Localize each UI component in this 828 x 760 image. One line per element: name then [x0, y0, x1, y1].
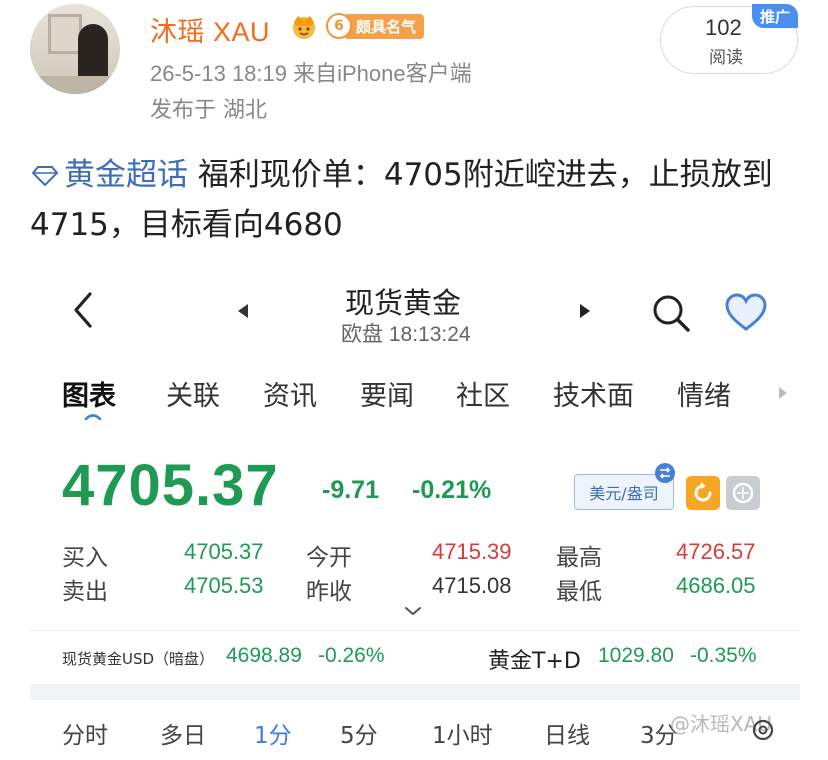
sell-price: 4705.53 [184, 573, 264, 598]
divider [30, 630, 800, 631]
heart-icon[interactable] [724, 292, 768, 332]
ticker-left-price: 4698.89 [226, 644, 302, 667]
low-label: 最低 [556, 579, 602, 605]
low-price: 4686.05 [676, 573, 756, 598]
high-price: 4726.57 [676, 539, 756, 564]
period-daily[interactable]: 日线 [544, 716, 590, 750]
open-label: 今开 [306, 545, 352, 571]
period-multiday[interactable]: 多日 [160, 716, 206, 750]
tab-news[interactable]: 要闻 [360, 374, 414, 413]
chevron-down-icon[interactable] [404, 606, 422, 616]
high-label: 最高 [556, 545, 602, 571]
prev-close-price: 4715.08 [432, 573, 512, 598]
period-5min[interactable]: 5分 [340, 716, 378, 750]
diamond-icon [31, 166, 59, 187]
period-1hour[interactable]: 1小时 [432, 716, 493, 750]
active-tab-indicator [84, 414, 102, 420]
tab-technical[interactable]: 技术面 [553, 374, 634, 413]
buy-label: 买入 [62, 545, 108, 571]
buy-price: 4705.37 [184, 539, 264, 564]
swap-icon[interactable] [654, 462, 676, 484]
post-meta: 26-5-13 18:19 来自iPhone客户端 [150, 61, 472, 86]
crown-icon [293, 16, 315, 39]
search-icon[interactable] [650, 292, 692, 334]
tabs-more-icon[interactable] [778, 386, 788, 400]
promo-tag: 推广 [752, 4, 798, 28]
refresh-button[interactable] [686, 476, 720, 510]
user-name[interactable]: 沐瑶 XAU [150, 10, 270, 49]
instrument-title: 现货黄金 [345, 286, 462, 320]
settings-button[interactable] [726, 476, 760, 510]
tab-info[interactable]: 资讯 [263, 374, 317, 413]
ticker-right-price: 1029.80 [598, 644, 674, 667]
post-location: 发布于 湖北 [150, 98, 267, 123]
tab-chart[interactable]: 图表 [62, 374, 116, 413]
topic-link[interactable]: 黄金超话 [30, 157, 188, 193]
section-separator [30, 684, 800, 700]
last-price: 4705.37 [62, 453, 279, 518]
level-badge[interactable]: 6 颇具名气 [326, 12, 425, 40]
post-text: 黄金超话 福利现价单：4705附近崆进去，止损放到4715，目标看向4680 [30, 150, 810, 250]
sell-label: 卖出 [62, 579, 108, 605]
ticker-left-label[interactable]: 现货黄金USD（暗盘） [62, 648, 214, 669]
back-icon[interactable] [68, 290, 98, 330]
session-time: 欧盘 18:13:24 [341, 323, 471, 346]
prev-close-label: 昨收 [306, 579, 352, 605]
price-change: -9.71 [322, 476, 379, 504]
next-arrow-icon[interactable] [578, 303, 592, 319]
ticker-left-change: -0.26% [318, 644, 385, 667]
badge-level: 6 [326, 13, 352, 39]
prev-arrow-icon[interactable] [236, 303, 250, 319]
period-intraday[interactable]: 分时 [62, 716, 108, 750]
read-label: 阅读 [709, 48, 743, 68]
tab-community[interactable]: 社区 [456, 374, 510, 413]
tab-sentiment[interactable]: 情绪 [677, 374, 731, 413]
tab-related[interactable]: 关联 [166, 374, 220, 413]
ticker-right-change: -0.35% [690, 644, 757, 667]
refresh-icon [694, 482, 712, 502]
tab-bar: 图表 关联 资讯 要闻 社区 技术面 情绪 [62, 374, 802, 424]
price-change-percent: -0.21% [412, 476, 492, 504]
chart-settings-icon[interactable] [748, 716, 778, 742]
read-count: 102 [705, 15, 742, 40]
avatar[interactable] [30, 4, 120, 94]
topic-label: 黄金超话 [64, 157, 188, 193]
ticker-right-label[interactable]: 黄金T+D [488, 643, 581, 675]
period-1min[interactable]: 1分 [254, 716, 292, 750]
settings-icon [732, 482, 754, 504]
badge-text: 颇具名气 [344, 13, 425, 39]
open-price: 4715.39 [432, 539, 512, 564]
